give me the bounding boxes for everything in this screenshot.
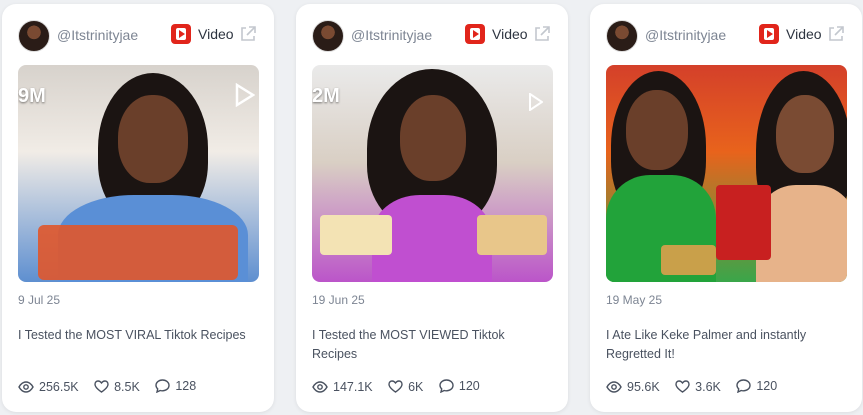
post-type-label: Video <box>198 26 234 42</box>
comments-stat: 120 <box>736 379 777 393</box>
card-header: @Itstrinityjae Video <box>606 20 848 52</box>
views-count: 147.1K <box>333 380 373 394</box>
post-card[interactable]: @Itstrinityjae Video 9M 9 Jul 25 I Teste… <box>2 4 274 412</box>
heart-icon <box>388 380 403 393</box>
likes-stat: 6K <box>388 380 423 394</box>
comments-count: 120 <box>756 379 778 393</box>
post-title[interactable]: I Ate Like Keke Palmer and instantly Reg… <box>606 326 846 364</box>
account-handle[interactable]: @Itstrinityjae <box>57 27 138 43</box>
eye-icon <box>312 381 328 393</box>
youtube-icon <box>465 24 485 44</box>
comment-icon <box>155 379 171 393</box>
post-title[interactable]: I Tested the MOST VIEWED Tiktok Recipes <box>312 326 552 364</box>
avatar[interactable] <box>18 20 50 52</box>
likes-stat: 8.5K <box>94 380 140 394</box>
post-date: 9 Jul 25 <box>18 293 61 307</box>
account-handle[interactable]: @Itstrinityjae <box>645 27 726 43</box>
comments-stat: 120 <box>439 379 480 393</box>
engagement-stats: 147.1K 6K 120 <box>312 379 492 397</box>
comments-count: 120 <box>458 379 480 393</box>
external-link-icon[interactable] <box>238 24 258 44</box>
youtube-icon <box>759 24 779 44</box>
post-type-label: Video <box>786 26 822 42</box>
thumbnail-overlay-text: 9M <box>18 85 46 107</box>
avatar[interactable] <box>606 20 638 52</box>
views-count: 95.6K <box>627 380 660 394</box>
card-header: @Itstrinityjae Video <box>312 20 554 52</box>
avatar[interactable] <box>312 20 344 52</box>
comment-icon <box>439 379 454 393</box>
card-header: @Itstrinityjae Video <box>18 20 260 52</box>
post-date: 19 May 25 <box>606 293 663 307</box>
views-stat: 147.1K <box>312 380 373 394</box>
eye-icon <box>606 381 622 393</box>
thumbnail-overlay-text: 2M <box>312 85 340 107</box>
play-icon <box>235 83 255 107</box>
external-link-icon[interactable] <box>532 24 552 44</box>
likes-stat: 3.6K <box>675 380 721 394</box>
eye-icon <box>18 381 34 393</box>
engagement-stats: 95.6K 3.6K 120 <box>606 379 789 397</box>
external-link-icon[interactable] <box>826 24 846 44</box>
comments-count: 128 <box>175 379 197 393</box>
engagement-stats: 256.5K 8.5K 128 <box>18 379 208 397</box>
video-thumbnail[interactable]: 9M <box>18 65 259 282</box>
post-card[interactable]: @Itstrinityjae Video 2M 19 Jun 25 I Test… <box>296 4 568 412</box>
heart-icon <box>675 380 690 393</box>
views-count: 256.5K <box>39 380 79 394</box>
play-icon <box>529 93 543 111</box>
post-card[interactable]: @Itstrinityjae Video 19 May 25 I Ate Lik… <box>590 4 862 412</box>
post-title[interactable]: I Tested the MOST VIRAL Tiktok Recipes <box>18 326 258 345</box>
likes-count: 6K <box>408 379 424 394</box>
post-date: 19 Jun 25 <box>312 293 365 307</box>
account-handle[interactable]: @Itstrinityjae <box>351 27 432 43</box>
video-thumbnail[interactable]: 2M <box>312 65 553 282</box>
views-stat: 256.5K <box>18 380 79 394</box>
comment-icon <box>736 379 752 393</box>
views-stat: 95.6K <box>606 380 660 394</box>
likes-count: 8.5K <box>114 379 140 394</box>
likes-count: 3.6K <box>695 379 721 394</box>
heart-icon <box>94 380 109 393</box>
video-thumbnail[interactable] <box>606 65 847 282</box>
post-type-label: Video <box>492 26 528 42</box>
youtube-icon <box>171 24 191 44</box>
comments-stat: 128 <box>155 379 196 393</box>
